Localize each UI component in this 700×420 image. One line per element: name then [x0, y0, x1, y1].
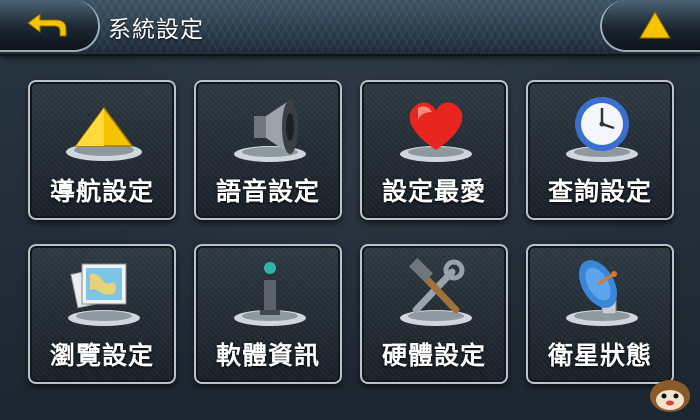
mascot-watermark-icon	[650, 380, 690, 412]
clock-icon	[566, 97, 638, 162]
navigation-arrow-icon	[66, 106, 142, 161]
header-bar: 系統設定	[0, 0, 700, 56]
menu-item-label: 軟體資訊	[215, 341, 320, 370]
speaker-icon	[234, 100, 306, 162]
up-triangle-icon	[639, 10, 671, 39]
back-arrow-icon	[27, 13, 67, 37]
menu-item-navigation-settings[interactable]: 導航設定	[28, 80, 176, 220]
menu-item-favorites-settings[interactable]: 設定最愛	[360, 80, 508, 220]
menu-item-label: 設定最愛	[381, 177, 486, 206]
system-settings-screen: 系統設定 導航設定 語音設定 設定最愛 查詢設定 瀏覽設定 軟體資訊 硬體設定 …	[0, 0, 700, 420]
page-title: 系統設定	[108, 17, 204, 43]
menu-item-label: 語音設定	[215, 177, 320, 206]
menu-item-label: 硬體設定	[381, 341, 486, 370]
menu-item-label: 查詢設定	[547, 177, 652, 206]
menu-item-label: 導航設定	[49, 177, 154, 206]
menu-item-software-info[interactable]: 軟體資訊	[194, 244, 342, 384]
up-button[interactable]	[600, 0, 700, 52]
heart-icon	[400, 102, 472, 162]
back-button[interactable]	[0, 0, 100, 52]
settings-menu-grid: 導航設定 語音設定 設定最愛 查詢設定 瀏覽設定 軟體資訊 硬體設定 衛星狀態	[28, 80, 676, 386]
menu-item-voice-settings[interactable]: 語音設定	[194, 80, 342, 220]
menu-item-search-settings[interactable]: 查詢設定	[526, 80, 674, 220]
map-photos-icon	[68, 263, 140, 326]
menu-item-label: 衛星狀態	[547, 341, 652, 370]
tools-icon	[400, 257, 472, 326]
menu-item-label: 瀏覽設定	[49, 341, 154, 370]
satellite-dish-icon	[566, 260, 638, 326]
menu-item-browse-settings[interactable]: 瀏覽設定	[28, 244, 176, 384]
menu-item-satellite-status[interactable]: 衛星狀態	[526, 244, 674, 384]
info-icon	[234, 262, 306, 326]
menu-item-hardware-settings[interactable]: 硬體設定	[360, 244, 508, 384]
